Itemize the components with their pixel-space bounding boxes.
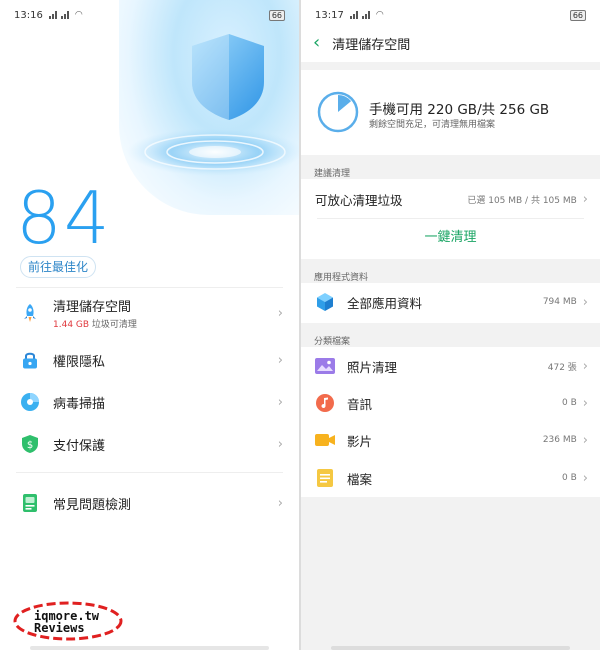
battery-icon: 66 [569, 9, 586, 21]
security-score: 84 [16, 176, 112, 260]
one-click-clean-button[interactable]: 一鍵清理 [301, 226, 600, 245]
menu-item-virus-scan[interactable]: 病毒掃描 › [0, 381, 299, 423]
chevron-right-icon: › [582, 432, 588, 448]
chevron-right-icon: › [582, 191, 588, 207]
battery-icon: 66 [268, 9, 285, 21]
chevron-right-icon: › [582, 395, 588, 411]
chevron-right-icon: › [277, 436, 283, 452]
chevron-right-icon: › [582, 358, 588, 374]
section-label-app-data: 應用程式資料 [314, 273, 369, 283]
clean-storage-screen: 13:17 ◠ 66 ‹ 清理儲存空間 手機可用 220 GB/共 256 GB… [301, 0, 600, 650]
signal-icon [60, 11, 70, 19]
divider [16, 472, 283, 473]
storage-available-text: 手機可用 220 GB/共 256 GB [369, 102, 550, 118]
music-icon [315, 394, 335, 412]
signal-icon [361, 11, 371, 19]
row-documents[interactable]: 檔案 0 B › [301, 460, 600, 496]
diagnostics-icon [20, 493, 40, 513]
row-value: 236 MB [542, 435, 577, 445]
watermark-logo: iqmore.tw Reviews [12, 600, 124, 642]
row-label: 音訊 [347, 396, 373, 412]
menu-item-title: 權限隱私 [53, 354, 106, 370]
chevron-right-icon: › [277, 305, 283, 321]
row-video[interactable]: 影片 236 MB › [301, 422, 600, 458]
section-header: 分類檔案 [301, 323, 600, 347]
chevron-right-icon: › [582, 470, 588, 486]
security-center-screen: 13:16 ◠ 66 84 前往最佳化 清理儲存空間 1.44 GB 垃圾可清理… [0, 0, 299, 650]
bottom-blank-area [301, 497, 600, 650]
storage-pie-icon [317, 91, 359, 133]
storage-summary: 手機可用 220 GB/共 256 GB 剩餘空間充足，可清理無用檔案 [301, 70, 600, 155]
menu-item-permission-privacy[interactable]: 權限隱私 › [0, 339, 299, 381]
menu-item-payment-protection[interactable]: $ 支付保護 › [0, 423, 299, 465]
row-safe-junk[interactable]: 可放心清理垃圾 已選 105 MB / 共 105 MB › [301, 181, 600, 217]
section-header: 應用程式資料 [301, 259, 600, 283]
row-label: 影片 [347, 433, 373, 449]
menu-item-title: 清理儲存空間 [53, 300, 132, 315]
menu-item-title: 常見問題檢測 [53, 497, 132, 513]
row-label: 全部應用資料 [347, 295, 423, 311]
chevron-right-icon: › [277, 495, 283, 511]
row-value: 794 MB [542, 297, 577, 307]
row-value: 已選 105 MB / 共 105 MB [467, 195, 577, 206]
lock-icon [20, 350, 40, 370]
section-gap [301, 62, 600, 70]
bottom-strip [30, 646, 269, 650]
photo-icon [315, 357, 335, 375]
wifi-icon: ◠ [74, 10, 83, 20]
row-value: 0 B [562, 398, 577, 408]
back-arrow-icon[interactable]: ‹ [313, 34, 320, 52]
status-time: 13:17 [315, 9, 344, 21]
chevron-right-icon: › [277, 394, 283, 410]
status-bar: 13:17 ◠ 66 [315, 8, 586, 22]
menu-item-common-issues[interactable]: 常見問題檢測 › [0, 482, 299, 524]
row-value: 0 B [562, 473, 577, 483]
status-time: 13:16 [14, 9, 43, 21]
row-label: 照片清理 [347, 359, 398, 375]
row-photo-cleanup[interactable]: 照片清理 472 張 › [301, 348, 600, 384]
menu-item-clean-storage[interactable]: 清理儲存空間 1.44 GB 垃圾可清理 › [0, 292, 299, 334]
menu-item-title: 病毒掃描 [53, 396, 106, 412]
page-header: ‹ 清理儲存空間 [301, 28, 600, 58]
chevron-right-icon: › [582, 294, 588, 310]
menu-item-title: 支付保護 [53, 438, 106, 454]
row-audio[interactable]: 音訊 0 B › [301, 385, 600, 421]
row-label: 檔案 [347, 471, 373, 487]
bottom-strip [331, 646, 570, 650]
video-icon [315, 431, 335, 449]
payment-shield-icon: $ [20, 434, 40, 454]
rocket-icon [20, 303, 40, 323]
row-all-app-data[interactable]: 全部應用資料 794 MB › [301, 284, 600, 320]
section-label-suggested: 建議清理 [314, 169, 351, 179]
divider [317, 218, 584, 219]
junk-size-text: 1.44 GB 垃圾可清理 [53, 320, 137, 330]
optimize-button[interactable]: 前往最佳化 [20, 256, 96, 278]
svg-text:$: $ [27, 440, 33, 451]
divider [16, 287, 283, 288]
chevron-right-icon: › [277, 352, 283, 368]
wifi-icon: ◠ [375, 10, 384, 20]
app-cube-icon [315, 293, 335, 311]
watermark-line2: Reviews [34, 621, 85, 635]
signal-icon [349, 11, 359, 19]
shield-icon [127, 34, 299, 176]
page-title: 清理儲存空間 [332, 37, 411, 53]
section-header: 建議清理 [301, 155, 600, 179]
row-value: 472 張 [547, 362, 577, 373]
row-label: 可放心清理垃圾 [315, 192, 403, 208]
section-label-categories: 分類檔案 [314, 337, 351, 347]
storage-hint-text: 剩餘空間充足，可清理無用檔案 [369, 120, 496, 130]
scan-icon [20, 392, 40, 412]
document-icon [315, 469, 335, 487]
signal-icon [48, 11, 58, 19]
